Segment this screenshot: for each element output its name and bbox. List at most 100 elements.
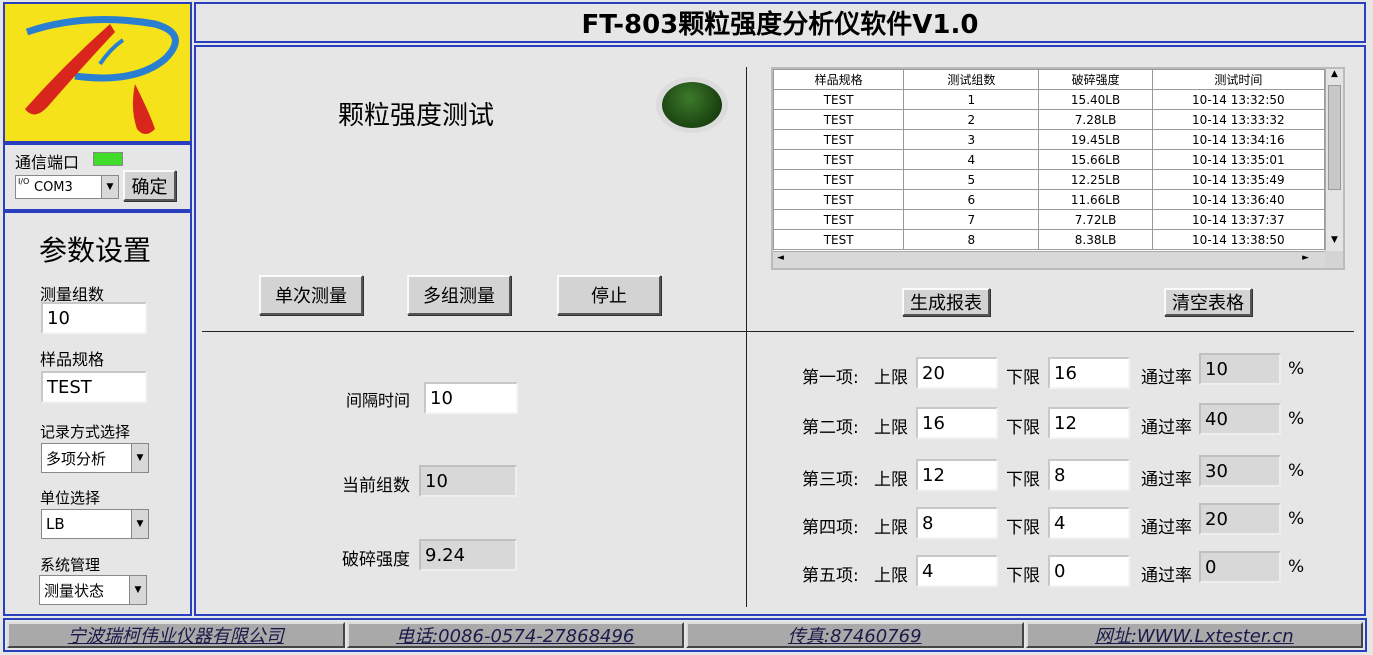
chevron-down-icon[interactable]: ▼ [131,510,148,538]
percent-sign: % [1288,359,1305,379]
lower-limit-input[interactable]: 0 [1048,555,1130,587]
footer-web[interactable]: 网址:WWW.Lxtester.cn [1025,622,1363,648]
table-cell: 7.28LB [1038,109,1153,130]
unit-label: 单位选择 [40,489,101,507]
generate-report-button[interactable]: 生成报表 [902,288,990,316]
limit-item-label: 第四项: [802,518,859,538]
spec-input[interactable]: TEST [41,371,147,403]
table-cell: 15.40LB [1038,89,1153,110]
table-cell: 10-14 13:33:32 [1151,109,1325,130]
chevron-down-icon[interactable]: ▼ [101,176,118,198]
table-cell: 15.66LB [1038,149,1153,170]
lower-limit-label: 下限 [1006,518,1040,538]
scroll-down-icon[interactable]: ▼ [1326,235,1343,251]
upper-limit-input[interactable]: 12 [916,459,998,491]
lower-limit-input[interactable]: 8 [1048,459,1130,491]
strength-label: 破碎强度 [342,550,410,570]
limit-item-label: 第二项: [802,418,859,438]
results-table[interactable]: 样品规格 测试组数 破碎强度 测试时间 TEST 1 15.40LB 10-14 13:32… [771,67,1345,270]
confirm-button[interactable]: 确定 [123,170,176,201]
app-title: FT-803颗粒强度分析仪软件V1.0 [194,2,1366,43]
spec-label: 样品规格 [40,350,105,369]
upper-limit-input[interactable]: 20 [916,357,998,389]
interval-input[interactable]: 10 [424,382,518,414]
table-row[interactable]: TEST 1 15.40LB 10-14 13:32:50 [773,89,1325,110]
table-row[interactable]: TEST 7 7.72LB 10-14 13:37:37 [773,209,1325,230]
pass-rate-value: 20 [1199,503,1281,535]
upper-limit-input[interactable]: 4 [916,555,998,587]
com-port-select[interactable]: I/O COM3 ▼ [15,175,119,199]
scroll-left-icon[interactable]: ◄ [777,253,784,263]
company-logo [3,2,192,143]
system-value: 测量状态 [44,581,105,600]
percent-sign: % [1288,557,1305,577]
pass-rate-value: 30 [1199,455,1281,487]
unit-select[interactable]: LB ▼ [41,509,149,539]
table-cell: 10-14 13:32:50 [1151,89,1325,110]
lower-limit-input[interactable]: 16 [1048,357,1130,389]
vertical-scrollbar[interactable]: ▲ ▼ [1325,69,1343,251]
column-header: 测试组数 [903,69,1040,90]
table-row[interactable]: TEST 3 19.45LB 10-14 13:34:16 [773,129,1325,150]
upper-limit-input[interactable]: 16 [916,407,998,439]
single-measure-button[interactable]: 单次测量 [259,275,363,315]
table-cell: 10-14 13:34:16 [1151,129,1325,150]
clear-table-button[interactable]: 清空表格 [1164,288,1252,316]
table-row[interactable]: TEST 8 8.38LB 10-14 13:38:50 [773,229,1325,250]
table-cell: 10-14 13:36:40 [1151,189,1325,210]
lower-limit-input[interactable]: 12 [1048,407,1130,439]
table-cell: 12.25LB [1038,169,1153,190]
io-icon: I/O [18,177,30,186]
results-grid: 样品规格 测试组数 破碎强度 测试时间 TEST 1 15.40LB 10-14 13:32… [773,69,1325,250]
multi-measure-button[interactable]: 多组测量 [407,275,511,315]
pass-rate-label: 通过率 [1141,566,1192,586]
table-cell: 5 [903,169,1040,190]
table-row[interactable]: TEST 6 11.66LB 10-14 13:36:40 [773,189,1325,210]
footer-company: 宁波瑞柯伟业仪器有限公司 [7,622,345,648]
record-mode-select[interactable]: 多项分析 ▼ [41,443,149,473]
table-cell: TEST [773,189,905,210]
pass-rate-label: 通过率 [1141,368,1192,388]
chevron-down-icon[interactable]: ▼ [129,576,146,604]
stop-button[interactable]: 停止 [557,275,661,315]
upper-limit-input[interactable]: 8 [916,507,998,539]
system-select[interactable]: 测量状态 ▼ [39,575,147,605]
table-cell: TEST [773,169,905,190]
table-row[interactable]: TEST 2 7.28LB 10-14 13:33:32 [773,109,1325,130]
limit-item-label: 第一项: [802,368,859,388]
table-cell: 7 [903,209,1040,230]
status-indicator [656,77,728,133]
table-cell: 3 [903,129,1040,150]
lower-limit-label: 下限 [1006,418,1040,438]
pass-rate-value: 10 [1199,353,1281,385]
pass-rate-value: 40 [1199,403,1281,435]
table-row[interactable]: TEST 4 15.66LB 10-14 13:35:01 [773,149,1325,170]
scroll-right-icon[interactable]: ► [1302,253,1309,263]
lower-limit-input[interactable]: 4 [1048,507,1130,539]
scroll-up-icon[interactable]: ▲ [1326,69,1343,85]
indicator-light [662,82,722,128]
current-group-value: 10 [419,465,517,497]
table-cell: TEST [773,109,905,130]
table-cell: 8 [903,229,1040,250]
current-group-label: 当前组数 [342,476,410,496]
table-row[interactable]: TEST 5 12.25LB 10-14 13:35:49 [773,169,1325,190]
table-cell: TEST [773,209,905,230]
chevron-down-icon[interactable]: ▼ [131,444,148,472]
percent-sign: % [1288,409,1305,429]
horizontal-divider [202,331,1354,332]
pass-rate-label: 通过率 [1141,518,1192,538]
limit-item-label: 第五项: [802,566,859,586]
horizontal-scrollbar[interactable]: ◄ ► [773,251,1325,268]
main-panel: 颗粒强度测试 单次测量 多组测量 停止 间隔时间 10 当前组数 10 破碎强度… [194,45,1366,616]
upper-limit-label: 上限 [874,518,908,538]
params-panel: 参数设置 测量组数 10 样品规格 TEST 记录方式选择 多项分析 ▼ 单位选… [3,211,192,616]
groups-input[interactable]: 10 [41,302,147,334]
record-mode-value: 多项分析 [46,449,107,468]
table-cell: 10-14 13:35:01 [1151,149,1325,170]
pass-rate-value: 0 [1199,551,1281,583]
table-cell: TEST [773,229,905,250]
com-port-panel: 通信端口 I/O COM3 ▼ 确定 [3,143,192,211]
params-heading: 参数设置 [39,234,152,267]
scroll-thumb[interactable] [1328,85,1341,190]
